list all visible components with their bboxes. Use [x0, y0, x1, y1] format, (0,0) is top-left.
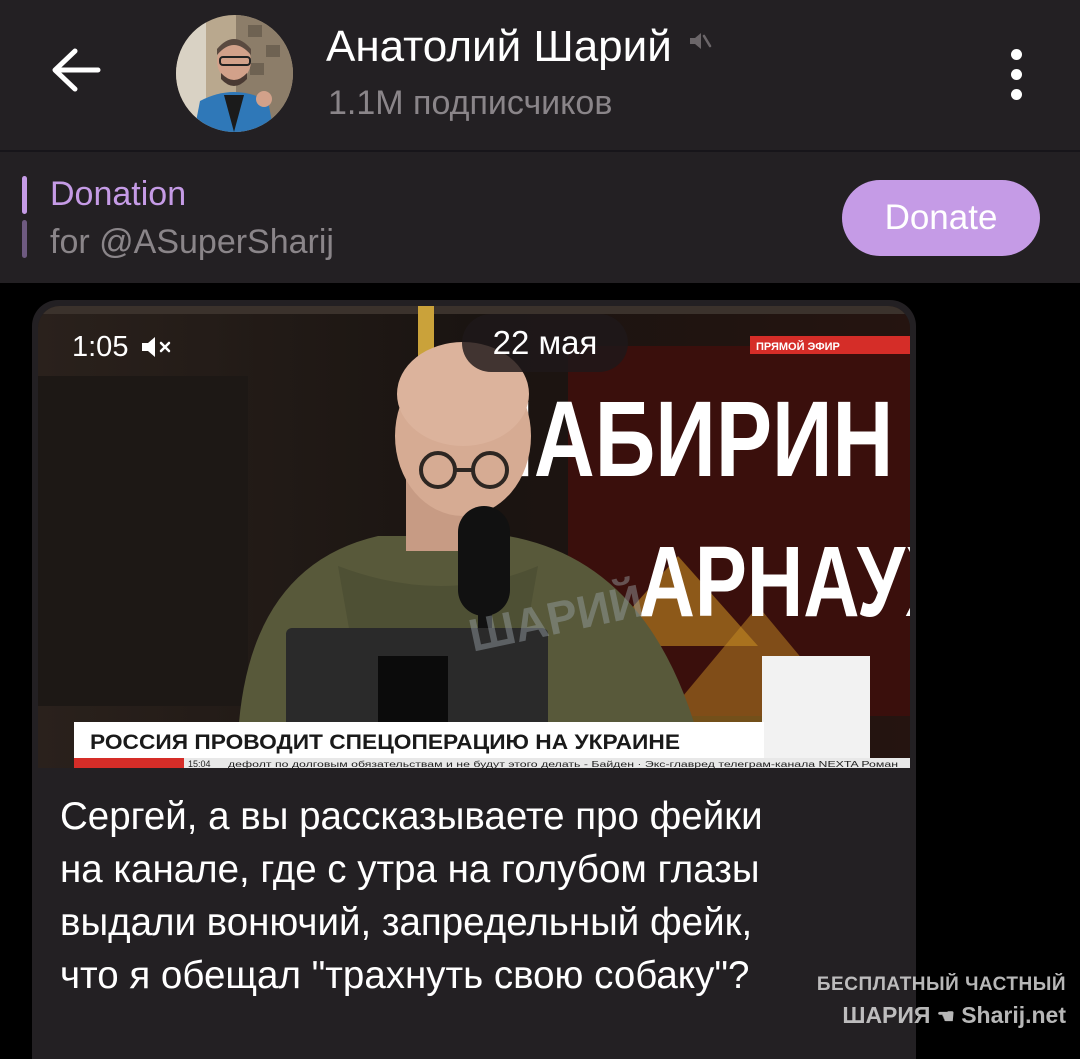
news-clock: 15:04 [188, 759, 211, 768]
overlay-big-text-1: ЛАБИРИН [475, 378, 894, 500]
pointing-hand-icon: ☚ [936, 1006, 955, 1028]
channel-avatar[interactable] [176, 15, 293, 132]
more-vertical-icon [1010, 48, 1022, 60]
pinned-message-bar[interactable]: Donation for @ASuperSharij Donate [0, 150, 1080, 283]
pin-indicator-segment [22, 176, 27, 214]
menu-dot [1010, 88, 1022, 100]
muted-speaker-icon [686, 15, 712, 65]
video-duration: 1:05 [72, 330, 129, 363]
more-menu-button[interactable] [996, 44, 1036, 104]
channel-post: ЛАБИРИН АРНАУХО ПРЯМОЙ ЭФИР ШАРИЙ [32, 300, 916, 1059]
pin-indicator-segment [22, 220, 27, 258]
post-text-line: Сергей, а вы рассказываете про фейки [60, 795, 763, 838]
news-scroll: дефолт по долговым обязательствам и не б… [228, 760, 898, 768]
video-duration-badge: 1:05 [64, 328, 190, 366]
post-text-line: что я обещал "трахнуть свою собаку"? [60, 954, 750, 997]
channel-title: Анатолий Шарий [326, 22, 712, 72]
news-ticker-headline: РОССИЯ ПРОВОДИТ СПЕЦОПЕРАЦИЮ НА УКРАИНЕ [90, 731, 680, 754]
pinned-subtitle: for @ASuperSharij [50, 223, 334, 261]
arrow-left-icon [52, 48, 101, 92]
post-text: Сергей, а вы рассказываете про фейки на … [60, 790, 890, 1002]
donate-button[interactable]: Donate [842, 180, 1040, 256]
volume-off-icon [142, 337, 171, 357]
video-player[interactable]: ЛАБИРИН АРНАУХО ПРЯМОЙ ЭФИР ШАРИЙ [38, 306, 910, 768]
channel-header: Анатолий Шарий 1.1M подписчиков [0, 0, 1080, 150]
menu-dot [1010, 68, 1022, 80]
back-button[interactable] [44, 38, 108, 102]
pinned-title: Donation [50, 175, 187, 213]
watermark-site: Sharij.net [961, 1002, 1066, 1028]
avatar-photo [176, 15, 293, 132]
post-text-line: выдали вонючий, запредельный фейк, [60, 901, 753, 944]
pin-indicator [22, 176, 27, 258]
channel-name: Анатолий Шарий [326, 22, 672, 71]
date-badge: 22 мая [462, 314, 628, 372]
post-text-line: на канале, где с утра на голубом глазы [60, 848, 760, 891]
watermark-line-2: ШАРИЯ ☚ Sharij.net [796, 1002, 1066, 1029]
subscriber-count: 1.1M подписчиков [328, 84, 613, 122]
overlay-big-text-2: АРНАУХО [639, 527, 910, 639]
watermark-line-1: БЕСПЛАТНЫЙ ЧАСТНЫЙ [816, 974, 1066, 995]
watermark-name: ШАРИЯ [842, 1002, 931, 1028]
live-badge: ПРЯМОЙ ЭФИР [756, 340, 840, 353]
image-watermark: БЕСПЛАТНЫЙ ЧАСТНЫЙ ШАРИЯ ☚ Sharij.net [796, 974, 1066, 1040]
video-frame: ЛАБИРИН АРНАУХО ПРЯМОЙ ЭФИР ШАРИЙ [38, 306, 910, 768]
